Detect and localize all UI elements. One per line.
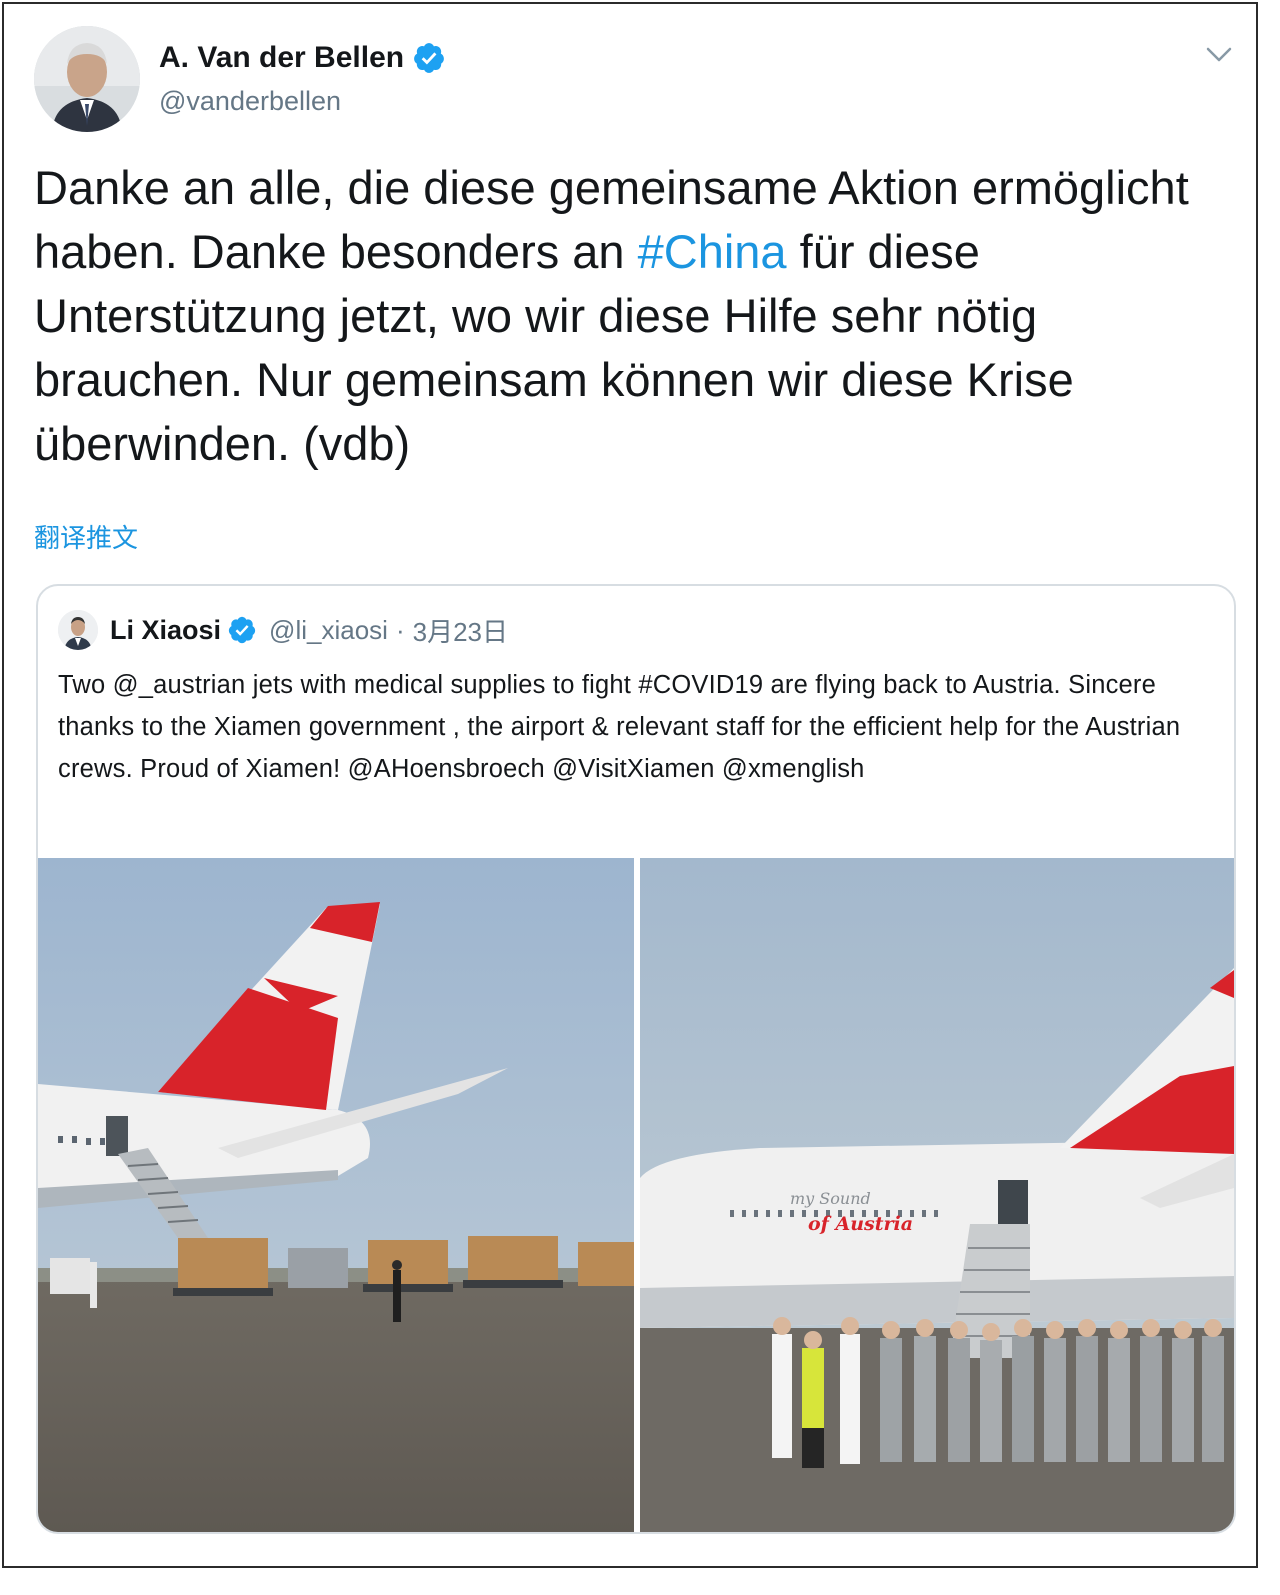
photo-aircraft-tail-cargo[interactable] xyxy=(38,858,634,1532)
quoted-tweet-text: Two @_austrian jets with medical supplie… xyxy=(58,671,1181,783)
verified-badge-icon xyxy=(228,616,256,644)
chevron-down-icon[interactable] xyxy=(1204,44,1234,66)
avatar[interactable] xyxy=(34,26,140,132)
photo-aircraft-crew-group[interactable]: my Sound of Austria xyxy=(640,858,1234,1532)
separator-dot: · xyxy=(395,614,405,645)
quoted-date: 3月23日 xyxy=(412,616,508,647)
quoted-handle: @li_xiaosi xyxy=(269,614,388,645)
quoted-display-name: Li Xiaosi xyxy=(110,614,222,645)
quoted-avatar xyxy=(58,610,98,650)
display-name[interactable]: A. Van der Bellen xyxy=(159,41,446,75)
photo-grid: my Sound of Austria xyxy=(38,858,1234,1532)
display-name-text[interactable]: A. Van der Bellen xyxy=(159,41,404,75)
translate-tweet-link[interactable]: 翻译推文 xyxy=(34,518,138,555)
tweet-card: A. Van der Bellen @vanderbellen Danke an… xyxy=(2,2,1258,1568)
handle[interactable]: @vanderbellen xyxy=(159,86,341,117)
tweet-text: Danke an alle, die diese gemeinsame Akti… xyxy=(34,156,1234,476)
quoted-tweet-header: Li Xiaosi @li_xiaosi · 3月23日 xyxy=(58,608,508,652)
fuselage-text-line1: my Sound xyxy=(790,1189,871,1208)
fuselage-text-line2: of Austria xyxy=(808,1213,913,1235)
verified-badge-icon xyxy=(414,43,444,73)
hashtag-link[interactable]: #China xyxy=(638,225,787,278)
quoted-tweet[interactable]: Li Xiaosi @li_xiaosi · 3月23日 Two @_austr… xyxy=(36,584,1236,1534)
tweet-text-part1: Danke an alle, die diese gemeinsame Akti… xyxy=(34,161,1189,278)
